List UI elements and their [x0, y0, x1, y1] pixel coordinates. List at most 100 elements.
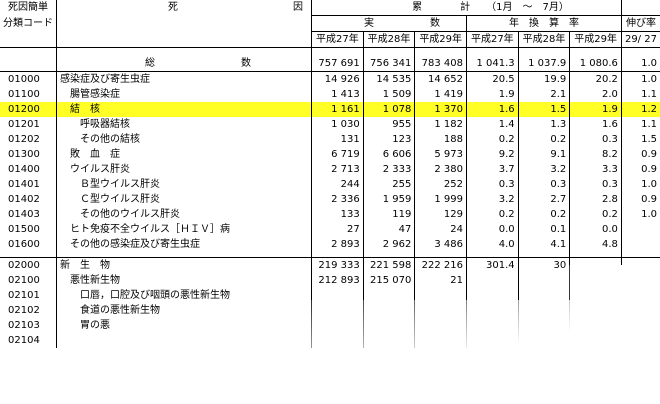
total-label-b: 数 [241, 58, 251, 69]
row-value: 1 413 [311, 87, 364, 102]
table-row: 01500 ヒト免疫不全ウイルス［ＨＩＶ］病 27 47 24 0.0 0.1 0.0 [0, 222, 660, 237]
table-row: 01000 感染症及び寄生虫症 14 926 14 535 14 652 20.5 19.9… [0, 71, 660, 87]
total-row: 総数 757 691 756 341 783 408 1 041.3 1 037… [0, 56, 660, 72]
row-cause: 結 核 [55, 102, 312, 117]
total-label: 総数 [55, 56, 312, 72]
cumulative-b: 計 [460, 2, 471, 13]
row-value [362, 333, 415, 348]
table-row: 01402 Ｃ型ウイルス肝炎 2 336 1 959 1 999 3.2 2.7 2.8 0.9 [0, 192, 660, 207]
cumulative-period: （1月 ～ 7月） [486, 2, 569, 13]
row-value: 6 719 [311, 147, 364, 162]
row-code: 01403 [8, 209, 40, 220]
row-value: 6 606 [362, 147, 415, 162]
row-cause: その他の結核 [55, 132, 312, 147]
table-row: 01600 その他の感染症及び寄生虫症 2 893 2 962 3 486 4.0 4.1 4… [0, 237, 660, 252]
row-value: 1 030 [311, 117, 364, 132]
table-row: 02100 悪性新生物 212 893 215 070 21 [0, 273, 660, 288]
row-cause: 食道の悪性新生物 [55, 303, 312, 318]
row-value [620, 303, 660, 318]
row-value [620, 273, 660, 288]
row-value [569, 288, 622, 303]
row-code: 01202 [8, 134, 40, 145]
row-value: 188 [414, 132, 467, 147]
row-value [517, 333, 570, 348]
row-code: 01300 [8, 149, 40, 160]
row-value: 1.0 [620, 207, 660, 222]
table-row: 02101 口唇，口腔及び咽頭の悪性新生物 [0, 288, 660, 303]
row-value: 0.2 [466, 132, 519, 147]
table-row: 01300 敗 血 症6 719 6 606 5 973 9.2 9.1 8.2 0.9 [0, 147, 660, 162]
row-value [466, 318, 519, 333]
row-value: 255 [362, 177, 415, 192]
total-cell: 1 080.6 [569, 56, 622, 72]
row-value: 9.2 [466, 147, 519, 162]
row-value [569, 273, 622, 288]
total-label-a: 総 [145, 58, 155, 69]
row-value: 1.4 [466, 117, 519, 132]
total-cell: 783 408 [414, 56, 467, 72]
growth-sub: 29/ 27 [620, 31, 660, 48]
row-value: 219 333 [311, 257, 364, 273]
row-code: 01201 [8, 119, 40, 130]
growth-header-blank [620, 0, 660, 16]
row-code: 01100 [8, 89, 40, 100]
row-value: 14 535 [362, 71, 415, 87]
row-value: 27 [311, 222, 364, 237]
row-value: 3.3 [569, 162, 622, 177]
row-value [569, 333, 622, 348]
row-cause: 胃の悪 [55, 318, 312, 333]
count-header: 実数 [311, 15, 467, 32]
table-row: 01400 ウイルス肝炎 2 713 2 333 2 380 3.7 3.2 3.3 0.9 [0, 162, 660, 177]
row-value: 19.9 [517, 71, 570, 87]
row-value [620, 288, 660, 303]
row-value: 0.9 [620, 162, 660, 177]
row-value: 123 [362, 132, 415, 147]
table-row: 01202 その他の結核 131 123 188 0.2 0.2 0.3 1.5 [0, 132, 660, 147]
row-value: 133 [311, 207, 364, 222]
table-row: 01200 結 核1 161 1 078 1 370 1.6 1.5 1.9 1.2 [0, 102, 660, 117]
row-value: 244 [311, 177, 364, 192]
row-value: 0.9 [620, 192, 660, 207]
table-row: 01201 呼吸器結核 1 030 955 1 182 1.4 1.3 1.6 1.1 [0, 117, 660, 132]
row-value: 4.0 [466, 237, 519, 252]
row-code: 01000 [8, 74, 40, 85]
table-row: 01401 Ｂ型ウイルス肝炎 244 255 252 0.3 0.3 0.3 1.0 [0, 177, 660, 192]
row-cause: 新 生 物 [55, 257, 312, 273]
row-value: 24 [414, 222, 467, 237]
growth-header: 伸び率 [620, 15, 660, 32]
row-value [311, 303, 364, 318]
row-value: 1.0 [620, 177, 660, 192]
row-value [362, 288, 415, 303]
row-cause: 感染症及び寄生虫症 [55, 71, 312, 87]
cause-header-right: 因 [293, 2, 303, 14]
row-value [466, 303, 519, 318]
year-h28-count: 平成28年 [362, 31, 415, 48]
row-code: 01600 [8, 239, 40, 250]
row-value [620, 257, 660, 273]
row-value: 21 [414, 273, 467, 288]
row-value: 252 [414, 177, 467, 192]
row-value [517, 273, 570, 288]
row-value: 3.2 [517, 162, 570, 177]
row-value: 1.9 [569, 102, 622, 117]
row-value: 5 973 [414, 147, 467, 162]
row-value: 301.4 [466, 257, 519, 273]
row-code: 02101 [8, 290, 40, 301]
count-b: 数 [430, 18, 441, 29]
cumulative-a: 累 [412, 2, 423, 13]
row-value: 1.6 [466, 102, 519, 117]
table-row: 02104 [0, 333, 660, 348]
row-value: 2 333 [362, 162, 415, 177]
row-code: 01200 [0, 102, 57, 117]
count-a: 実 [364, 18, 375, 29]
row-value: 20.2 [569, 71, 622, 87]
table-row: 02000 新 生 物 219 333 221 598 222 216 301.4 30 [0, 257, 660, 273]
row-value [311, 318, 364, 333]
row-code: 02102 [8, 305, 40, 316]
row-value: 9.1 [517, 147, 570, 162]
total-cell: 757 691 [311, 56, 364, 72]
row-value [414, 318, 467, 333]
row-value [414, 333, 467, 348]
row-value: 2.0 [569, 87, 622, 102]
code-header-2: 分類コード [3, 18, 53, 29]
